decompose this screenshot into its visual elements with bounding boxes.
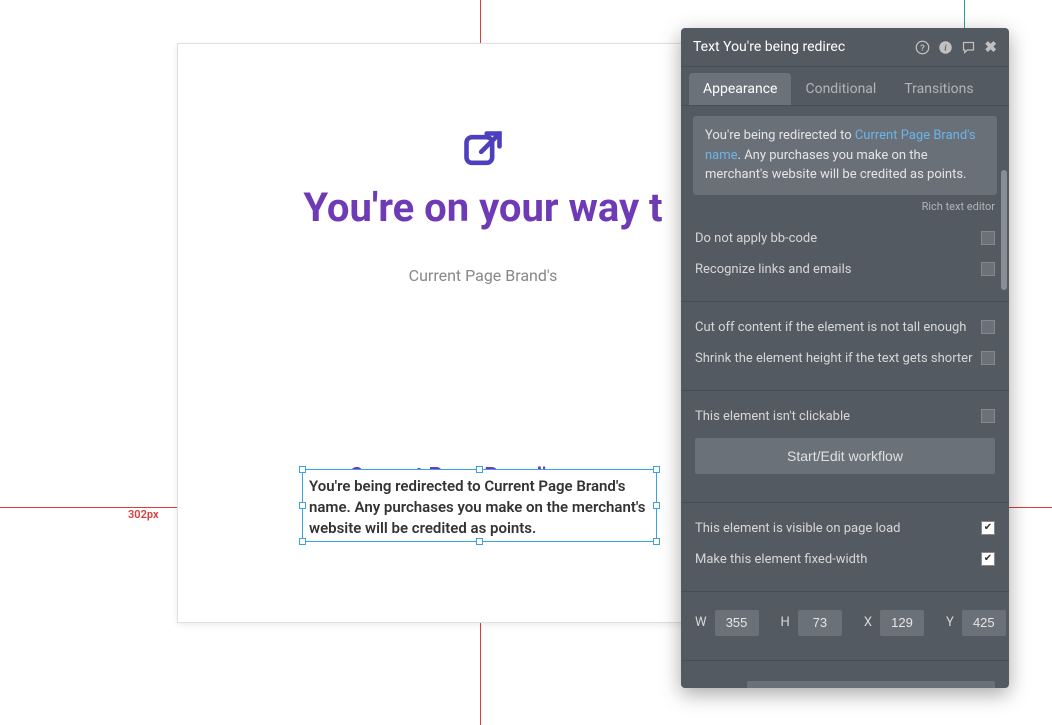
checkbox-fixed-width[interactable] xyxy=(981,552,995,566)
selected-text-body[interactable]: You're being redirected to Current Page … xyxy=(303,470,656,545)
style-row: Style Body Copy ▼ xyxy=(695,671,995,689)
help-icon[interactable]: ? xyxy=(915,40,930,55)
panel-scrollbar-thumb[interactable] xyxy=(1001,170,1007,290)
checkbox-not-clickable[interactable] xyxy=(981,409,995,423)
richtext-editor[interactable]: You're being redirected to Current Page … xyxy=(693,116,997,195)
option-cut-off: Cut off content if the element is not ta… xyxy=(695,312,995,343)
dim-input-w[interactable] xyxy=(715,610,759,636)
dim-input-y[interactable] xyxy=(962,610,1006,636)
dim-input-x[interactable] xyxy=(880,610,924,636)
close-icon[interactable]: ✖ xyxy=(984,38,997,56)
style-select[interactable]: Body Copy ▼ xyxy=(747,681,995,689)
external-link-icon xyxy=(461,128,505,172)
start-edit-workflow-button[interactable]: Start/Edit workflow xyxy=(695,438,995,474)
option-recognize-links: Recognize links and emails xyxy=(695,254,995,285)
richtext-post: . Any purchases you make on the merchant… xyxy=(705,148,966,183)
resize-handle-w[interactable] xyxy=(299,502,306,509)
divider xyxy=(681,502,1009,503)
checkbox-visible-on-load[interactable] xyxy=(981,521,995,535)
comment-icon[interactable] xyxy=(961,40,976,55)
guide-teal-vertical xyxy=(964,0,965,28)
checkbox-no-bbcode[interactable] xyxy=(981,231,995,245)
divider xyxy=(681,660,1009,661)
dim-label-w: W xyxy=(695,615,707,630)
dimensions-row: W H X Y xyxy=(695,602,995,644)
checkbox-recognize-links[interactable] xyxy=(981,262,995,276)
selected-element[interactable]: You're being redirected to Current Page … xyxy=(302,469,657,542)
tab-conditional[interactable]: Conditional xyxy=(791,73,890,105)
option-no-bbcode: Do not apply bb-code xyxy=(695,223,995,254)
resize-handle-se[interactable] xyxy=(653,538,660,545)
tab-transitions[interactable]: Transitions xyxy=(890,73,987,105)
offset-label-left: 302px xyxy=(128,508,159,521)
info-icon[interactable]: i xyxy=(938,40,953,55)
resize-handle-nw[interactable] xyxy=(299,466,306,473)
divider xyxy=(681,591,1009,592)
dim-input-h[interactable] xyxy=(798,610,842,636)
resize-handle-n[interactable] xyxy=(476,466,483,473)
dim-label-x: X xyxy=(864,615,872,630)
dim-label-y: Y xyxy=(946,615,954,630)
checkbox-cut-off[interactable] xyxy=(981,320,995,334)
panel-header[interactable]: Text You're being redirec ? i ✖ xyxy=(681,28,1009,67)
panel-title: Text You're being redirec xyxy=(693,39,845,55)
tab-appearance[interactable]: Appearance xyxy=(689,73,791,105)
option-shrink: Shrink the element height if the text ge… xyxy=(695,343,995,374)
resize-handle-sw[interactable] xyxy=(299,538,306,545)
option-visible-on-load: This element is visible on page load xyxy=(695,513,995,544)
richtext-label[interactable]: Rich text editor xyxy=(681,197,1009,219)
panel-tabs: Appearance Conditional Transitions xyxy=(681,67,1009,106)
resize-handle-s[interactable] xyxy=(476,538,483,545)
inspector-panel[interactable]: Text You're being redirec ? i ✖ Appearan… xyxy=(681,28,1009,688)
dim-label-h: H xyxy=(781,615,790,630)
option-fixed-width: Make this element fixed-width xyxy=(695,544,995,575)
divider xyxy=(681,390,1009,391)
svg-text:?: ? xyxy=(920,43,925,52)
divider xyxy=(681,301,1009,302)
checkbox-shrink[interactable] xyxy=(981,351,995,365)
option-not-clickable: This element isn't clickable xyxy=(695,401,995,432)
resize-handle-e[interactable] xyxy=(653,502,660,509)
richtext-pre: You're being redirected to xyxy=(705,128,855,143)
resize-handle-ne[interactable] xyxy=(653,466,660,473)
